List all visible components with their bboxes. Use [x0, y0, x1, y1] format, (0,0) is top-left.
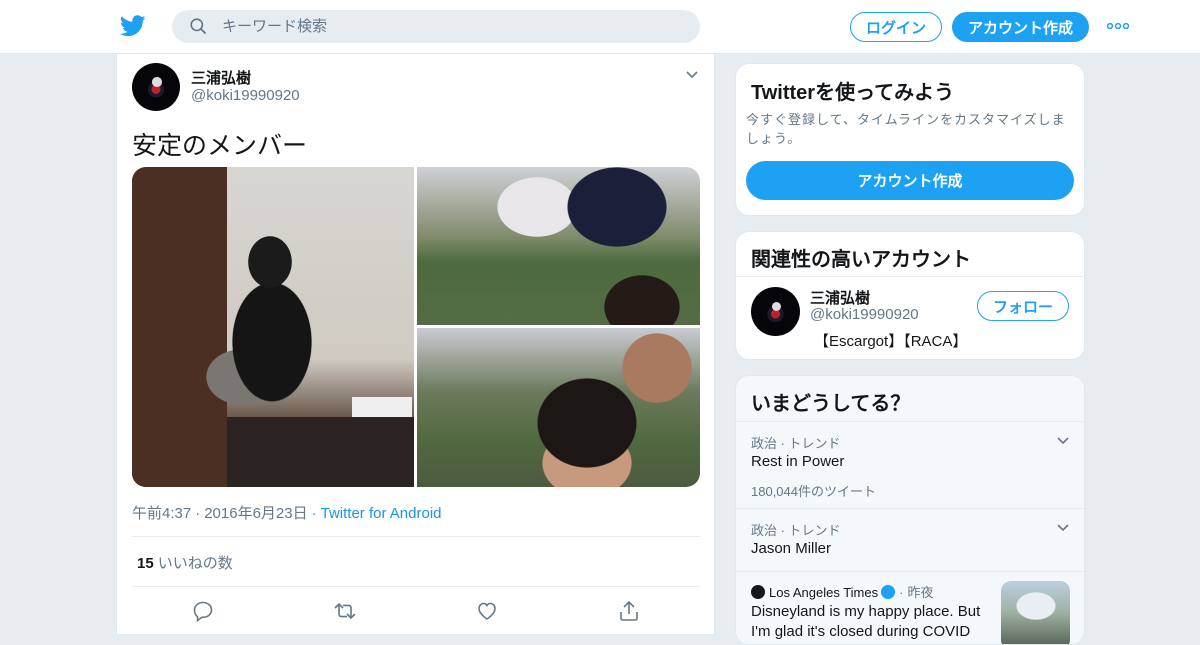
signup-promo-text: 今すぐ登録して、タイムラインをカスタマイズしましょう。 — [746, 112, 1066, 146]
likes-label: いいねの数 — [157, 555, 233, 572]
divider — [736, 276, 1084, 277]
tweet-photo-3[interactable] — [417, 328, 700, 487]
signup-promo-title: Twitterを使ってみよう — [751, 82, 955, 104]
signup-button[interactable]: アカウント作成 — [952, 12, 1089, 42]
tweet-author-handle[interactable]: @koki19990920 — [191, 87, 300, 104]
tweet-media-grid — [132, 167, 700, 487]
tweet-text: 安定のメンバー — [132, 132, 308, 160]
news-logo-icon — [751, 585, 765, 599]
related-accounts-title: 関連性の高いアカウント — [751, 249, 971, 271]
chevron-down-icon[interactable] — [1056, 436, 1070, 446]
divider — [132, 536, 700, 537]
avatar[interactable] — [751, 287, 800, 336]
like-heart-icon[interactable] — [476, 600, 498, 622]
related-account-bio: 【Escargot】【RACA】 — [814, 333, 968, 350]
likes-summary[interactable]: 15 いいねの数 — [137, 552, 233, 573]
tweet-photo-2[interactable] — [417, 167, 700, 325]
divider — [132, 586, 700, 587]
tweet-time[interactable]: 午前4:37 — [132, 505, 191, 522]
related-account-name[interactable]: 三浦弘樹 — [810, 287, 870, 308]
trend-category: 政治 · トレンド — [751, 523, 841, 538]
tweet-date[interactable]: 2016年6月23日 — [204, 505, 307, 522]
verified-badge-icon — [881, 585, 896, 599]
chevron-down-icon[interactable] — [685, 70, 699, 80]
twitter-bird-icon[interactable] — [120, 14, 146, 38]
news-source: Los Angeles Times · 昨夜 — [751, 582, 933, 601]
news-source-name: Los Angeles Times — [769, 585, 879, 600]
related-account-handle[interactable]: @koki19990920 — [810, 306, 919, 323]
reply-icon[interactable] — [192, 600, 214, 622]
more-icon[interactable] — [1107, 22, 1129, 30]
avatar[interactable] — [132, 63, 180, 111]
search-input[interactable] — [222, 10, 682, 43]
news-thumbnail[interactable] — [1001, 581, 1070, 644]
tweet-metadata: 午前4:37 · 2016年6月23日 · Twitter for Android — [132, 505, 442, 522]
trend-tweet-count: 180,044件のツイート — [751, 484, 876, 499]
follow-button[interactable]: フォロー — [977, 291, 1069, 321]
trend-name: Rest in Power — [751, 453, 845, 470]
trends-title: いまどうしてる？ — [751, 393, 911, 415]
news-headline[interactable]: Disneyland is my happy place. But I'm gl… — [751, 602, 986, 642]
signup-promo-button[interactable]: アカウント作成 — [746, 161, 1074, 200]
tweet-author-name[interactable]: 三浦弘樹 — [191, 67, 251, 88]
tweet-photo-1[interactable] — [132, 167, 414, 487]
likes-count: 15 — [137, 555, 154, 572]
top-bar: ログイン アカウント作成 — [0, 0, 1200, 54]
signup-promo-card: Twitterを使ってみよう 今すぐ登録して、タイムラインをカスタマイズしましょ… — [735, 63, 1085, 216]
trends-card: いまどうしてる？ 政治 · トレンド Rest in Power 180,044… — [735, 375, 1085, 645]
chevron-down-icon[interactable] — [1056, 523, 1070, 533]
tweet-card: 三浦弘樹 @koki19990920 安定のメンバー 午前4:37 · 2016年6… — [116, 54, 715, 634]
retweet-icon[interactable] — [334, 600, 356, 622]
search-icon — [190, 18, 206, 34]
related-accounts-card: 関連性の高いアカウント 三浦弘樹 @koki19990920 【Escargot… — [735, 231, 1085, 360]
trend-name: Jason Miller — [751, 540, 832, 557]
share-icon[interactable] — [618, 600, 640, 622]
trend-item[interactable]: 政治 · トレンド Rest in Power 180,044件のツイート — [736, 421, 1084, 508]
trend-category: 政治 · トレンド — [751, 436, 841, 451]
tweet-source-link[interactable]: Twitter for Android — [321, 505, 442, 522]
login-button[interactable]: ログイン — [850, 12, 942, 42]
news-time: 昨夜 — [907, 585, 934, 600]
trend-item[interactable]: 政治 · トレンド Jason Miller — [736, 508, 1084, 571]
